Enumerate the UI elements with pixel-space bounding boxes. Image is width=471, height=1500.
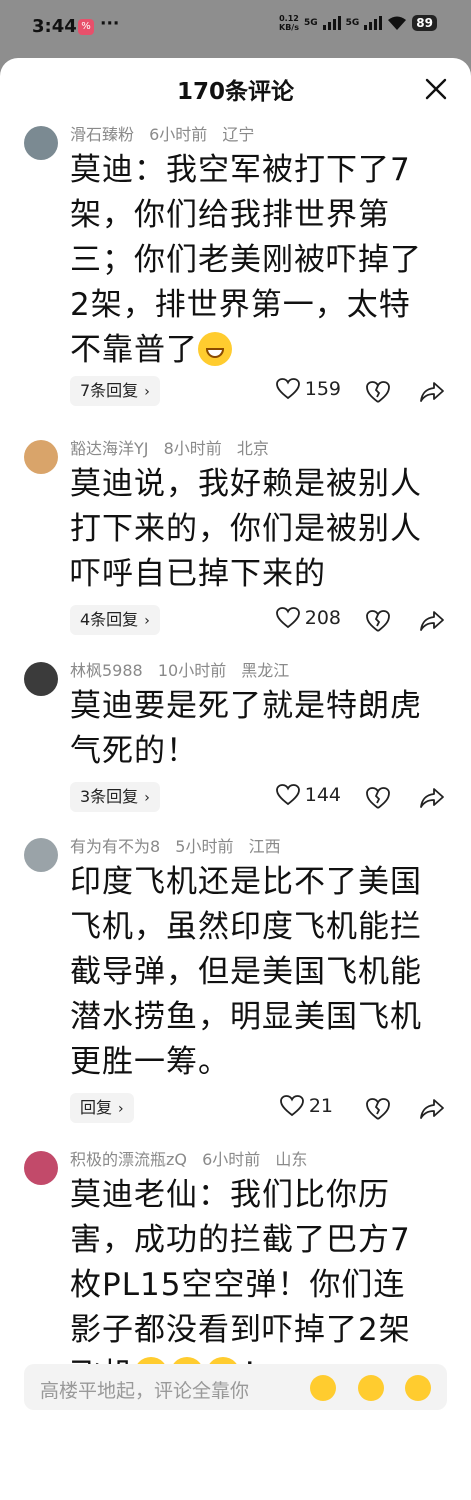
comment-meta: 滑石臻粉 6小时前 辽宁	[70, 122, 471, 148]
like-button[interactable]: 21	[279, 1095, 333, 1117]
heart-icon	[275, 784, 300, 806]
comment-time: 6小时前	[202, 1150, 261, 1169]
username[interactable]: 豁达海洋YJ	[70, 439, 149, 458]
like-button[interactable]: 159	[275, 378, 341, 400]
view-replies-button[interactable]: 7条回复 ›	[70, 376, 160, 406]
like-count: 144	[304, 784, 341, 806]
username[interactable]: 滑石臻粉	[70, 125, 134, 144]
like-button[interactable]: 144	[275, 784, 341, 806]
like-count: 159	[304, 378, 341, 400]
share-arrow-icon[interactable]	[419, 1097, 445, 1121]
chevron-right-icon: ›	[144, 613, 150, 629]
status-time: 3:44	[32, 16, 77, 37]
comment-time: 10小时前	[157, 661, 227, 680]
signal-5g-label-2: 5G	[345, 18, 360, 28]
comment-text: 莫迪要是死了就是特朗虎气死的！	[70, 688, 422, 769]
comment-meta: 有为有不为8 5小时前 江西	[70, 834, 471, 860]
avatar[interactable]	[24, 440, 58, 474]
heart-icon	[275, 607, 300, 629]
comment-text: 莫迪说，我好赖是被别人打下来的，你们是被别人吓呼自已掉下来的	[70, 466, 422, 592]
status-indicators: 0.12 KB/s 5G 5G 89	[279, 14, 437, 32]
comment-time: 5小时前	[175, 837, 234, 856]
broken-heart-icon[interactable]	[365, 609, 391, 633]
like-count: 21	[308, 1095, 333, 1117]
view-replies-button[interactable]: 4条回复 ›	[70, 605, 160, 635]
laughing-crying-emoji-icon[interactable]	[358, 1375, 384, 1401]
comment-time: 6小时前	[149, 125, 208, 144]
grin-emoji-icon[interactable]	[310, 1375, 336, 1401]
comment-meta: 林枫5988 10小时前 黑龙江	[70, 658, 471, 684]
more-notifications-icon: ···	[100, 14, 120, 34]
comment-location: 山东	[275, 1150, 308, 1169]
comment-actions: 7条回复 › 159	[24, 372, 471, 416]
comment-item: 有为有不为8 5小时前 江西 印度飞机还是比不了美国飞机，虽然印度飞机能拦截导弹…	[0, 834, 471, 1147]
comment-actions: 回复 › 21	[24, 1089, 471, 1133]
chevron-right-icon: ›	[144, 790, 150, 806]
comment-item: 林枫5988 10小时前 黑龙江 莫迪要是死了就是特朗虎气死的！ 3条回复 › 1…	[0, 658, 471, 834]
chevron-right-icon: ›	[144, 384, 150, 400]
comment-location: 北京	[236, 439, 269, 458]
avatar[interactable]	[24, 1151, 58, 1185]
heart-icon	[275, 378, 300, 400]
comment-actions: 4条回复 › 208	[24, 601, 471, 645]
comment-item: 滑石臻粉 6小时前 辽宁 莫迪：我空军被打下了7架，你们给我排世界第三；你们老美…	[0, 122, 471, 436]
share-arrow-icon[interactable]	[419, 609, 445, 633]
sheet-header: 170条评论	[0, 58, 471, 122]
avatar[interactable]	[24, 662, 58, 696]
status-bar: 3:44 % ··· 0.12 KB/s 5G 5G 89	[0, 0, 471, 56]
share-arrow-icon[interactable]	[419, 786, 445, 810]
comment-actions: 3条回复 › 144	[24, 778, 471, 822]
comment-meta: 豁达海洋YJ 8小时前 北京	[70, 436, 471, 462]
broken-heart-icon[interactable]	[365, 786, 391, 810]
wifi-icon	[388, 16, 407, 30]
avatar[interactable]	[24, 838, 58, 872]
username[interactable]: 有为有不为8	[70, 837, 160, 856]
close-icon[interactable]	[425, 78, 447, 100]
comment-list[interactable]: 滑石臻粉 6小时前 辽宁 莫迪：我空军被打下了7架，你们给我排世界第三；你们老美…	[0, 122, 471, 1417]
chevron-right-icon: ›	[118, 1101, 124, 1117]
heart-icon	[279, 1095, 304, 1117]
signal-bars-icon	[322, 16, 341, 30]
comment-text: 印度飞机还是比不了美国飞机，虽然印度飞机能拦截导弹，但是美国飞机能潜水捞鱼，明显…	[70, 864, 422, 1080]
username[interactable]: 积极的漂流瓶zQ	[70, 1150, 187, 1169]
laughing-crying-emoji-icon	[198, 332, 232, 366]
app-notification-icon: %	[78, 19, 94, 35]
comment-location: 辽宁	[222, 125, 255, 144]
comment-location: 江西	[248, 837, 281, 856]
comment-input-placeholder: 高楼平地起，评论全靠你	[40, 1380, 250, 1402]
crying-emoji-icon[interactable]	[405, 1375, 431, 1401]
username[interactable]: 林枫5988	[70, 661, 143, 680]
comments-sheet: 170条评论 滑石臻粉 6小时前 辽宁 莫迪：我空军被打下了7架，你们给我排世界…	[0, 58, 471, 1500]
like-count: 208	[304, 607, 341, 629]
battery-indicator: 89	[412, 15, 437, 31]
comment-location: 黑龙江	[241, 661, 290, 680]
comment-count-title: 170条评论	[176, 79, 294, 105]
comment-input[interactable]: 高楼平地起，评论全靠你	[24, 1364, 447, 1410]
comment-text: 莫迪：我空军被打下了7架，你们给我排世界第三；你们老美刚被吓掉了2架，排世界第一…	[70, 152, 422, 368]
comment-item: 豁达海洋YJ 8小时前 北京 莫迪说，我好赖是被别人打下来的，你们是被别人吓呼自…	[0, 436, 471, 658]
like-button[interactable]: 208	[275, 607, 341, 629]
comment-time: 8小时前	[163, 439, 222, 458]
comment-meta: 积极的漂流瓶zQ 6小时前 山东	[70, 1147, 471, 1173]
avatar[interactable]	[24, 126, 58, 160]
signal-5g-label: 5G	[303, 18, 318, 28]
view-replies-button[interactable]: 3条回复 ›	[70, 782, 160, 812]
signal-bars-icon-2	[364, 16, 383, 30]
share-arrow-icon[interactable]	[419, 380, 445, 404]
broken-heart-icon[interactable]	[365, 380, 391, 404]
reply-button[interactable]: 回复 ›	[70, 1093, 134, 1123]
broken-heart-icon[interactable]	[365, 1097, 391, 1121]
network-speed: 0.12 KB/s	[279, 14, 299, 32]
